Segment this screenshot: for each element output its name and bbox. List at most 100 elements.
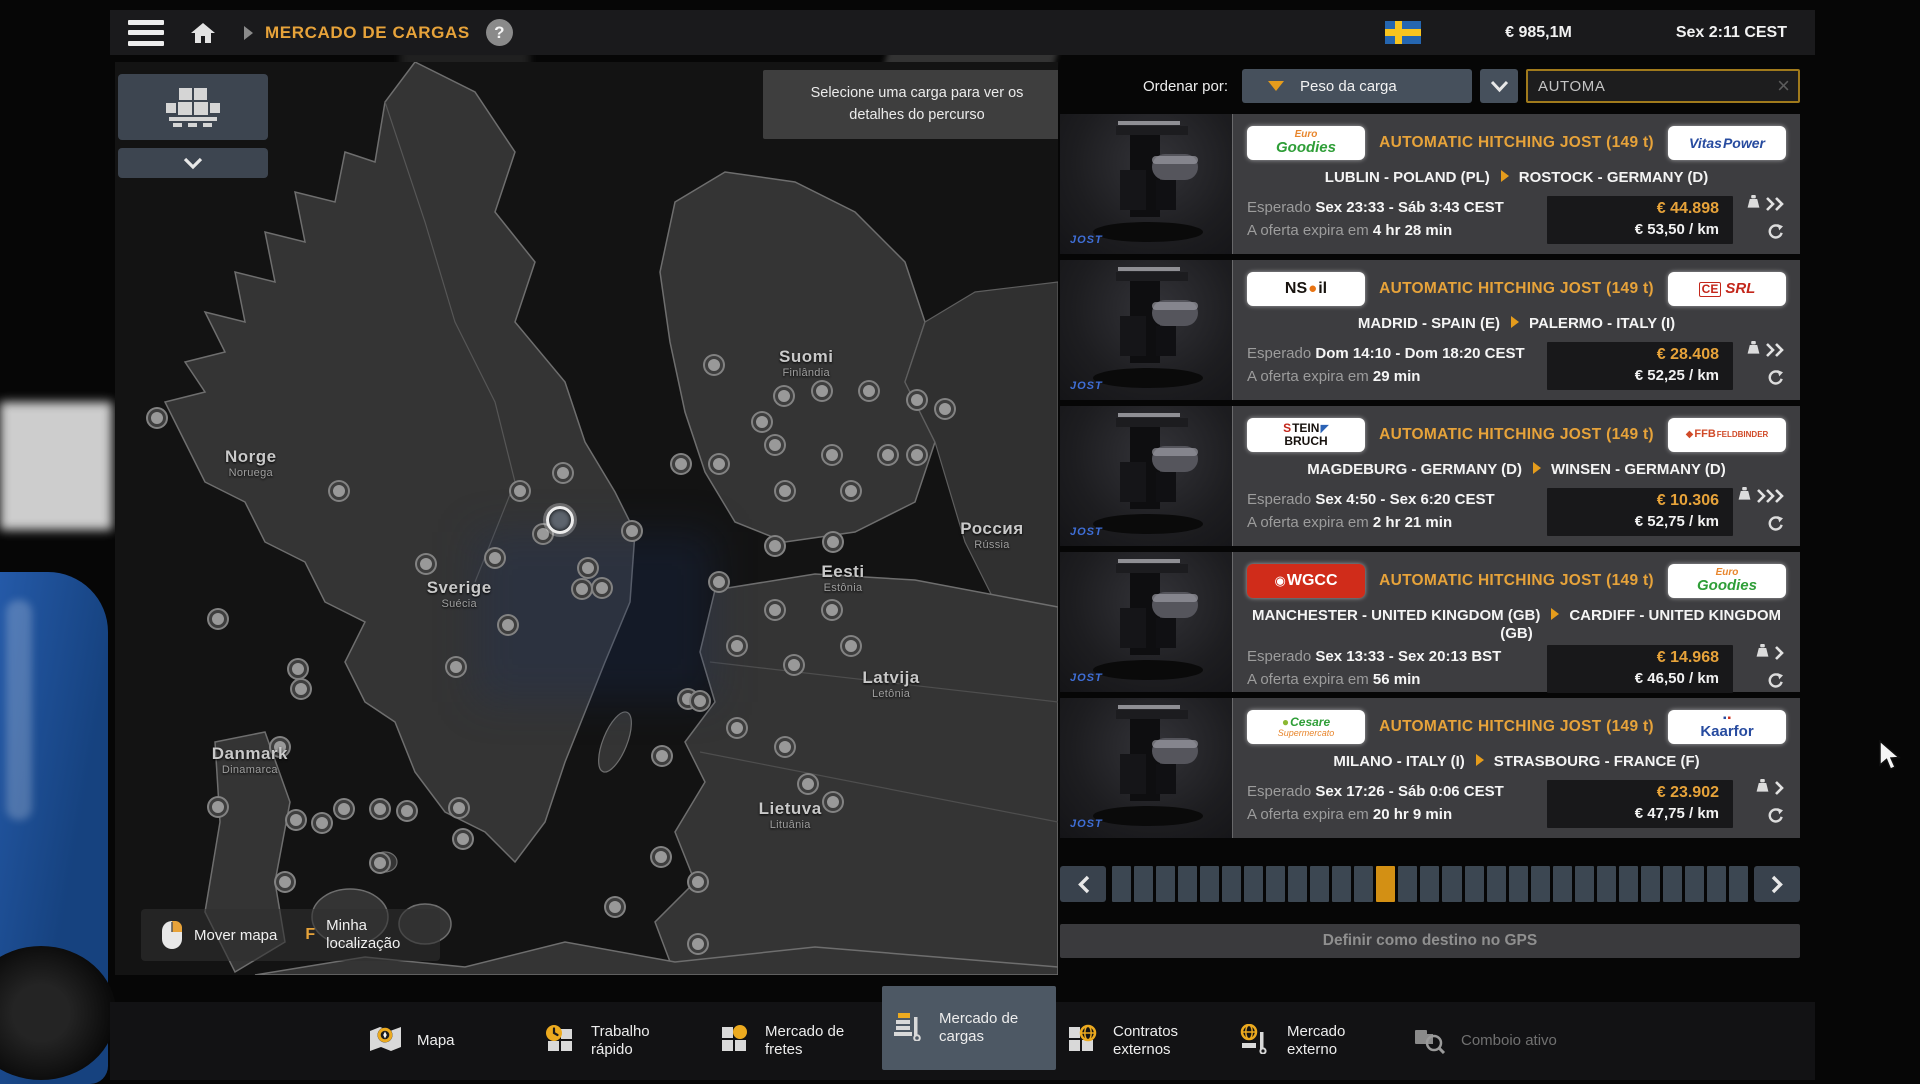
sweden-flag-icon: [1385, 21, 1421, 44]
price-per-km: € 52,75 / km: [1561, 513, 1719, 530]
price-per-km: € 52,25 / km: [1561, 367, 1719, 384]
city-dot: [313, 814, 331, 832]
jost-logo: JOST: [1070, 380, 1103, 392]
city-dot: [554, 464, 572, 482]
trailer-filter-button[interactable]: [118, 74, 268, 140]
tab-mercado-externo[interactable]: Mercado externo: [1230, 1002, 1404, 1080]
tab-mercado-de-cargas[interactable]: Mercado de cargas: [882, 986, 1056, 1070]
next-page-button[interactable]: [1754, 866, 1800, 902]
set-gps-destination-button[interactable]: Definir como destino no GPS: [1060, 924, 1800, 958]
page-tick[interactable]: [1641, 866, 1660, 902]
price-box: € 28.408 € 52,25 / km: [1547, 342, 1733, 390]
city-dot: [689, 873, 707, 891]
city-dot: [330, 482, 348, 500]
map-land-shapes: [115, 62, 1058, 975]
receiver-logo: ◆FFB FELDBINDER: [1668, 418, 1786, 452]
page-tick[interactable]: [1575, 866, 1594, 902]
bottom-nav-bar: Mapa Trabalho rápido Mercado de fretes M…: [110, 1002, 1815, 1080]
page-tick[interactable]: [1442, 866, 1461, 902]
world-map[interactable]: NorgeNoruegaSverigeSuéciaSuomiFinlândiaE…: [115, 62, 1058, 975]
price-box: € 44.898 € 53,50 / km: [1547, 196, 1733, 244]
route-origin: MANCHESTER - UNITED KINGDOM (GB): [1252, 607, 1540, 624]
city-dot: [842, 637, 860, 655]
jost-logo: JOST: [1070, 818, 1103, 830]
page-tick[interactable]: [1619, 866, 1638, 902]
page-tick[interactable]: [1685, 866, 1704, 902]
sort-dropdown[interactable]: Peso da carga: [1242, 69, 1472, 103]
trailer-cargo-icon: [161, 84, 225, 130]
cargo-thumbnail: JOST: [1060, 114, 1233, 254]
page-tick[interactable]: [1112, 866, 1131, 902]
collapse-panel-button[interactable]: [118, 148, 268, 178]
page-tick[interactable]: [1465, 866, 1484, 902]
page-tick[interactable]: [1156, 866, 1175, 902]
page-tick[interactable]: [1222, 866, 1241, 902]
page-tick-active[interactable]: [1376, 866, 1395, 902]
page-tick[interactable]: [1178, 866, 1197, 902]
page-tick[interactable]: [1266, 866, 1285, 902]
cargo-offer-card[interactable]: JOST ● CesareSupermercato AUTOMATIC HITC…: [1060, 698, 1800, 838]
receiver-logo: Vitas Power: [1668, 126, 1786, 160]
hitch-device-image: [1060, 698, 1232, 836]
tab-mercado-de-fretes[interactable]: Mercado de fretes: [708, 1002, 882, 1080]
page-tick[interactable]: [1531, 866, 1550, 902]
mouse-cursor: [1878, 740, 1904, 779]
tab-comboio-ativo[interactable]: Comboio ativo: [1404, 1002, 1578, 1080]
cargo-route: MILANO - ITALY (I)STRASBOURG - FRANCE (F…: [1247, 753, 1786, 771]
cargo-name: AUTOMATIC HITCHING JOST (149 t): [1365, 134, 1668, 152]
city-dot: [710, 573, 728, 591]
city-dot: [823, 601, 841, 619]
page-tick[interactable]: [1332, 866, 1351, 902]
sort-dropdown-open-button[interactable]: [1480, 69, 1518, 103]
page-tick[interactable]: [1553, 866, 1572, 902]
sort-dropdown-value: Peso da carga: [1300, 78, 1397, 95]
route-destination: CARDIFF - UNITED KINGDOM (GB): [1500, 607, 1781, 642]
prev-page-button[interactable]: [1060, 866, 1106, 902]
page-tick[interactable]: [1310, 866, 1329, 902]
city-dot: [398, 802, 416, 820]
city-dot: [710, 455, 728, 473]
scene-truck-highlight: [6, 600, 32, 820]
clear-search-icon[interactable]: ×: [1777, 75, 1790, 97]
tab-mapa[interactable]: Mapa: [360, 1002, 534, 1080]
page-tick[interactable]: [1663, 866, 1682, 902]
tab-trabalho-rapido[interactable]: Trabalho rápido: [534, 1002, 708, 1080]
price-per-km: € 47,75 / km: [1561, 805, 1719, 822]
page-tick[interactable]: [1398, 866, 1417, 902]
page-tick[interactable]: [1509, 866, 1528, 902]
page-tick[interactable]: [1200, 866, 1219, 902]
cargo-offer-card[interactable]: JOST ◉ WGCC AUTOMATIC HITCHING JOST (149…: [1060, 552, 1800, 692]
cargo-offer-card[interactable]: JOST STEIN ◤BRUCH AUTOMATIC HITCHING JOS…: [1060, 406, 1800, 546]
page-tick[interactable]: [1420, 866, 1439, 902]
page-tick[interactable]: [1288, 866, 1307, 902]
city-dot: [691, 692, 709, 710]
home-icon[interactable]: [190, 21, 216, 45]
city-dot: [573, 580, 591, 598]
cargo-offer-card[interactable]: JOST EuroGoodies AUTOMATIC HITCHING JOST…: [1060, 114, 1800, 254]
page-tick[interactable]: [1729, 866, 1748, 902]
jost-logo: JOST: [1070, 526, 1103, 538]
page-tick[interactable]: [1354, 866, 1373, 902]
cargo-offer-card[interactable]: JOST NS●il AUTOMATIC HITCHING JOST (149 …: [1060, 260, 1800, 400]
page-tick[interactable]: [1244, 866, 1263, 902]
page-tick[interactable]: [1597, 866, 1616, 902]
offer-price: € 14.968: [1561, 649, 1719, 667]
cargo-flags: [1755, 643, 1786, 694]
city-dot: [148, 409, 166, 427]
route-origin: MAGDEBURG - GERMANY (D): [1307, 461, 1522, 478]
cargo-card-body: ◉ WGCC AUTOMATIC HITCHING JOST (149 t) E…: [1233, 552, 1800, 692]
city-dot: [824, 533, 842, 551]
menu-icon[interactable]: [128, 20, 164, 46]
page-tick[interactable]: [1134, 866, 1153, 902]
page-tick[interactable]: [1487, 866, 1506, 902]
help-icon[interactable]: ?: [486, 19, 513, 46]
route-arrow-icon: [1476, 754, 1484, 766]
search-input[interactable]: [1528, 78, 1777, 95]
shipper-logo: NS●il: [1247, 272, 1365, 306]
urgency-icon: [1766, 343, 1784, 357]
page-tick[interactable]: [1707, 866, 1726, 902]
route-origin: LUBLIN - POLAND (PL): [1325, 169, 1490, 186]
receiver-logo: EuroGoodies: [1668, 564, 1786, 598]
cargo-route: LUBLIN - POLAND (PL)ROSTOCK - GERMANY (D…: [1247, 169, 1786, 187]
tab-contratos-externos[interactable]: Contratos externos: [1056, 1002, 1230, 1080]
